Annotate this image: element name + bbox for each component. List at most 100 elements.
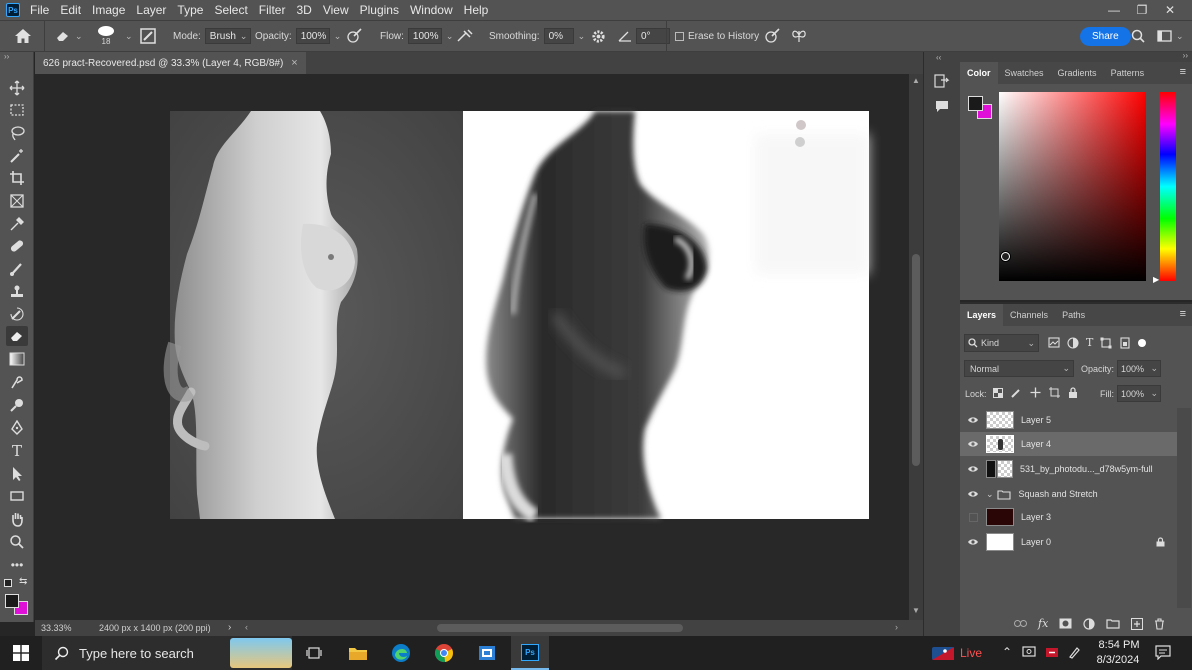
- tray-overflow-icon[interactable]: ⌃: [1002, 645, 1012, 659]
- hue-slider-handle-icon[interactable]: ▶: [1153, 275, 1159, 284]
- new-adjustment-layer-icon[interactable]: [1083, 617, 1095, 630]
- layer-row[interactable]: Layer 0: [960, 530, 1177, 554]
- close-window-button[interactable]: ✕: [1156, 3, 1184, 17]
- layer-row[interactable]: 531_by_photodu..._d78w5ym-full: [960, 457, 1177, 481]
- menu-file[interactable]: File: [30, 3, 49, 17]
- tab-patterns[interactable]: Patterns: [1104, 62, 1152, 84]
- lock-artboard-icon[interactable]: [1049, 387, 1060, 398]
- eraser-tool-icon[interactable]: [6, 326, 28, 346]
- menu-3d[interactable]: 3D: [296, 3, 311, 17]
- layer-row-selected[interactable]: Layer 4: [960, 432, 1177, 456]
- home-icon[interactable]: [14, 21, 32, 51]
- expand-panels-icon[interactable]: ‹‹: [936, 53, 941, 62]
- more-tools-icon[interactable]: •••: [6, 555, 28, 575]
- color-picker-cursor[interactable]: [1001, 252, 1010, 261]
- pressure-opacity-icon[interactable]: [346, 21, 362, 51]
- edge-browser-icon[interactable]: [390, 643, 412, 663]
- photoshop-taskbar-button[interactable]: Ps: [511, 636, 549, 670]
- flow-chevron-icon[interactable]: ⌄: [446, 31, 454, 42]
- status-menu-icon[interactable]: ›: [228, 622, 231, 633]
- smoothing-settings-gear-icon[interactable]: [591, 21, 606, 51]
- hand-tool-icon[interactable]: [6, 509, 28, 529]
- comments-panel-icon[interactable]: [934, 99, 950, 113]
- taskbar-date[interactable]: 8/3/2024: [1093, 654, 1143, 666]
- erase-to-history-checkbox[interactable]: [675, 31, 684, 41]
- mlb-live-icon[interactable]: [932, 647, 954, 660]
- zoom-level[interactable]: 33.33%: [41, 623, 72, 633]
- layer-group-row[interactable]: ⌄ Squash and Stretch: [960, 482, 1177, 506]
- clone-stamp-tool-icon[interactable]: [6, 282, 28, 302]
- menu-help[interactable]: Help: [464, 3, 489, 17]
- taskbar-search-box[interactable]: Type here to search: [42, 636, 292, 670]
- add-mask-icon[interactable]: [1059, 618, 1072, 629]
- group-expand-chevron-icon[interactable]: ⌄: [986, 489, 994, 500]
- menu-layer[interactable]: Layer: [136, 3, 166, 17]
- collapse-toolbar-icon[interactable]: ››: [4, 52, 9, 61]
- link-layers-icon[interactable]: [1014, 619, 1027, 628]
- menu-filter[interactable]: Filter: [259, 3, 286, 17]
- filter-toggle-icon[interactable]: [1138, 338, 1147, 347]
- menu-window[interactable]: Window: [410, 3, 453, 17]
- flow-input[interactable]: 100%: [407, 28, 442, 44]
- type-tool-icon[interactable]: T: [6, 441, 28, 461]
- file-explorer-icon[interactable]: [347, 643, 369, 663]
- lock-image-icon[interactable]: [1011, 387, 1022, 398]
- scroll-up-icon[interactable]: ▲: [912, 76, 920, 85]
- marquee-tool-icon[interactable]: [6, 100, 28, 120]
- visibility-eye-icon[interactable]: [960, 490, 986, 498]
- taskbar-time[interactable]: 8:54 PM: [1097, 639, 1141, 651]
- brush-settings-icon[interactable]: [140, 21, 156, 51]
- opacity-input[interactable]: 100%: [295, 28, 330, 44]
- layer-name[interactable]: 531_by_photodu..._d78w5ym-full: [1020, 464, 1153, 474]
- color-panel-foreground-swatch[interactable]: [968, 96, 983, 111]
- smoothing-input[interactable]: 0%: [543, 28, 574, 44]
- chrome-browser-icon[interactable]: [433, 643, 455, 663]
- tab-color[interactable]: Color: [960, 62, 998, 84]
- lock-transparent-icon[interactable]: [993, 387, 1003, 398]
- new-group-icon[interactable]: [1106, 618, 1120, 629]
- menu-select[interactable]: Select: [214, 3, 247, 17]
- menu-type[interactable]: Type: [177, 3, 203, 17]
- lock-all-icon[interactable]: [1068, 387, 1078, 398]
- menu-image[interactable]: Image: [92, 3, 125, 17]
- brush-size-picker[interactable]: 18: [98, 21, 114, 51]
- move-tool-icon[interactable]: [6, 78, 28, 98]
- gradient-tool-icon[interactable]: [6, 349, 28, 369]
- layers-panel-menu-icon[interactable]: ≡: [1180, 308, 1186, 320]
- menu-view[interactable]: View: [323, 3, 349, 17]
- opacity-chevron-icon[interactable]: ⌄: [334, 31, 342, 42]
- brush-size-chevron-icon[interactable]: ⌄: [125, 31, 133, 42]
- filter-pixel-icon[interactable]: [1048, 337, 1060, 348]
- layer-style-fx-icon[interactable]: fx: [1038, 617, 1048, 630]
- visibility-eye-icon[interactable]: [960, 538, 986, 546]
- filter-type-icon[interactable]: T: [1086, 336, 1093, 349]
- document-size-info[interactable]: 2400 px x 1400 px (200 ppi): [99, 623, 211, 633]
- menu-plugins[interactable]: Plugins: [360, 3, 399, 17]
- frame-tool-icon[interactable]: [6, 191, 28, 211]
- rectangle-tool-icon[interactable]: [6, 486, 28, 506]
- symmetry-butterfly-icon[interactable]: [791, 21, 807, 51]
- scroll-left-icon[interactable]: ‹: [245, 622, 248, 632]
- layer-name[interactable]: Layer 0: [1021, 537, 1051, 547]
- history-brush-tool-icon[interactable]: [6, 304, 28, 324]
- crop-tool-icon[interactable]: [6, 168, 28, 188]
- tab-layers[interactable]: Layers: [960, 304, 1004, 326]
- foreground-color-swatch[interactable]: [5, 594, 19, 608]
- healing-brush-tool-icon[interactable]: [6, 236, 28, 256]
- mode-select[interactable]: Brush ⌄: [204, 28, 251, 44]
- filter-smart-object-icon[interactable]: [1119, 336, 1131, 349]
- task-view-icon[interactable]: [303, 643, 325, 663]
- notifications-icon[interactable]: [1155, 645, 1171, 660]
- minimize-button[interactable]: —: [1100, 3, 1128, 17]
- layer-name[interactable]: Layer 3: [1021, 512, 1051, 522]
- hue-slider[interactable]: [1160, 92, 1176, 281]
- canvas-area[interactable]: [35, 74, 909, 620]
- layer-lock-icon[interactable]: [1156, 537, 1165, 547]
- scroll-right-icon[interactable]: ›: [895, 622, 898, 632]
- layer-name[interactable]: Layer 4: [1021, 439, 1051, 449]
- magic-wand-tool-icon[interactable]: [6, 146, 28, 166]
- layer-row[interactable]: Layer 5: [960, 408, 1177, 432]
- layer-opacity-input[interactable]: 100% ⌄: [1117, 360, 1161, 377]
- visibility-toggle-off[interactable]: [960, 512, 986, 522]
- swap-colors-icon[interactable]: ⇆: [19, 576, 27, 587]
